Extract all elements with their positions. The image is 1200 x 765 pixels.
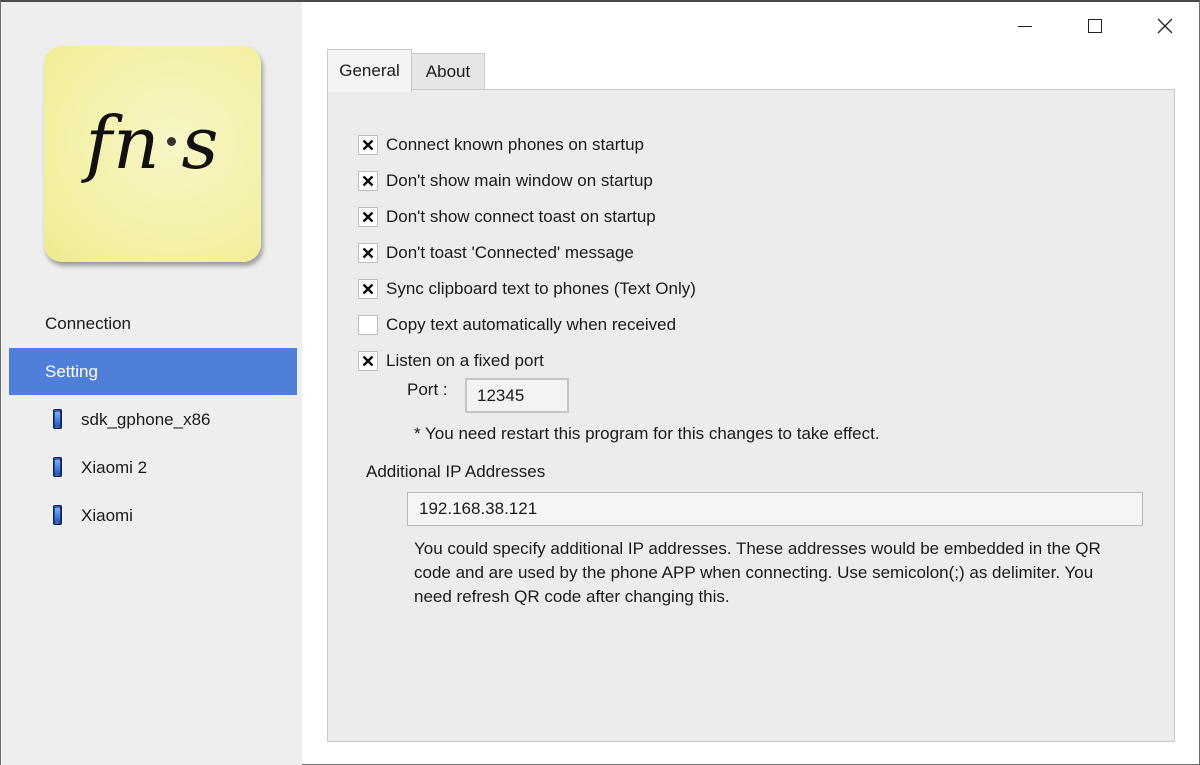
device-label: Xiaomi 2 (81, 458, 148, 477)
minimize-button[interactable] (995, 6, 1055, 46)
option-hide-connect-toast[interactable]: Don't show connect toast on startup (358, 206, 656, 228)
port-input[interactable] (465, 378, 569, 413)
option-copy-automatically[interactable]: Copy text automatically when received (358, 314, 676, 336)
check-x-icon (362, 283, 374, 295)
device-item-xiaomi-2[interactable]: Xiaomi 2 (9, 444, 297, 491)
checkbox-checked[interactable] (358, 171, 378, 191)
checkbox-checked[interactable] (358, 135, 378, 155)
option-label: Don't toast 'Connected' message (386, 243, 634, 262)
device-item-xiaomi[interactable]: Xiaomi (9, 492, 297, 539)
logo-dot (166, 137, 176, 146)
device-label: Xiaomi (81, 506, 133, 525)
checkbox-checked[interactable] (358, 243, 378, 263)
option-label: Don't show connect toast on startup (386, 207, 656, 226)
additional-ip-input[interactable] (407, 492, 1143, 526)
option-label: Don't show main window on startup (386, 171, 653, 190)
option-no-connected-toast[interactable]: Don't toast 'Connected' message (358, 242, 634, 264)
restart-note: * You need restart this program for this… (414, 424, 880, 443)
option-hide-main-window[interactable]: Don't show main window on startup (358, 170, 653, 192)
checkbox-checked[interactable] (358, 279, 378, 299)
logo-text-left: fn (85, 101, 161, 185)
tab-general[interactable]: General (327, 49, 412, 92)
option-connect-known-phones[interactable]: Connect known phones on startup (358, 134, 644, 156)
device-item-sdk-gphone-x86[interactable]: sdk_gphone_x86 (9, 396, 297, 443)
option-label: Listen on a fixed port (386, 351, 544, 370)
check-x-icon (362, 175, 374, 187)
option-fixed-port[interactable]: Listen on a fixed port (358, 350, 544, 372)
check-x-icon (362, 139, 374, 151)
maximize-icon (1088, 19, 1102, 33)
phone-icon (53, 505, 62, 525)
app-logo: fn s (44, 46, 261, 262)
device-label: sdk_gphone_x86 (81, 410, 211, 429)
logo-text-right: s (181, 101, 220, 185)
checkbox-checked[interactable] (358, 207, 378, 227)
port-label: Port : (407, 380, 448, 399)
phone-icon (53, 409, 62, 429)
nav-item-setting[interactable]: Setting (9, 348, 297, 395)
nav-item-connection[interactable]: Connection (9, 300, 297, 347)
option-label: Sync clipboard text to phones (Text Only… (386, 279, 696, 298)
minimize-icon (1018, 25, 1032, 27)
check-x-icon (362, 247, 374, 259)
check-x-icon (362, 355, 374, 367)
logo-text: fn s (44, 101, 261, 185)
option-sync-clipboard[interactable]: Sync clipboard text to phones (Text Only… (358, 278, 696, 300)
app-window: fn s Connection Setting sdk_gphone_x86 Xi… (0, 0, 1200, 765)
close-icon (1157, 18, 1173, 34)
check-x-icon (362, 211, 374, 223)
maximize-button[interactable] (1065, 6, 1125, 46)
additional-ip-label: Additional IP Addresses (366, 462, 546, 481)
nav-item-label: Connection (45, 314, 132, 333)
phone-icon (53, 457, 62, 477)
sidebar: fn s Connection Setting sdk_gphone_x86 Xi… (1, 2, 302, 765)
close-button[interactable] (1135, 6, 1195, 46)
option-label: Copy text automatically when received (386, 315, 677, 334)
tab-about[interactable]: About (412, 53, 485, 90)
checkbox-checked[interactable] (358, 351, 378, 371)
checkbox-unchecked[interactable] (358, 315, 378, 335)
nav-item-label: Setting (45, 362, 98, 381)
option-label: Connect known phones on startup (386, 135, 645, 154)
additional-ip-description: You could specify additional IP addresse… (414, 539, 1101, 606)
